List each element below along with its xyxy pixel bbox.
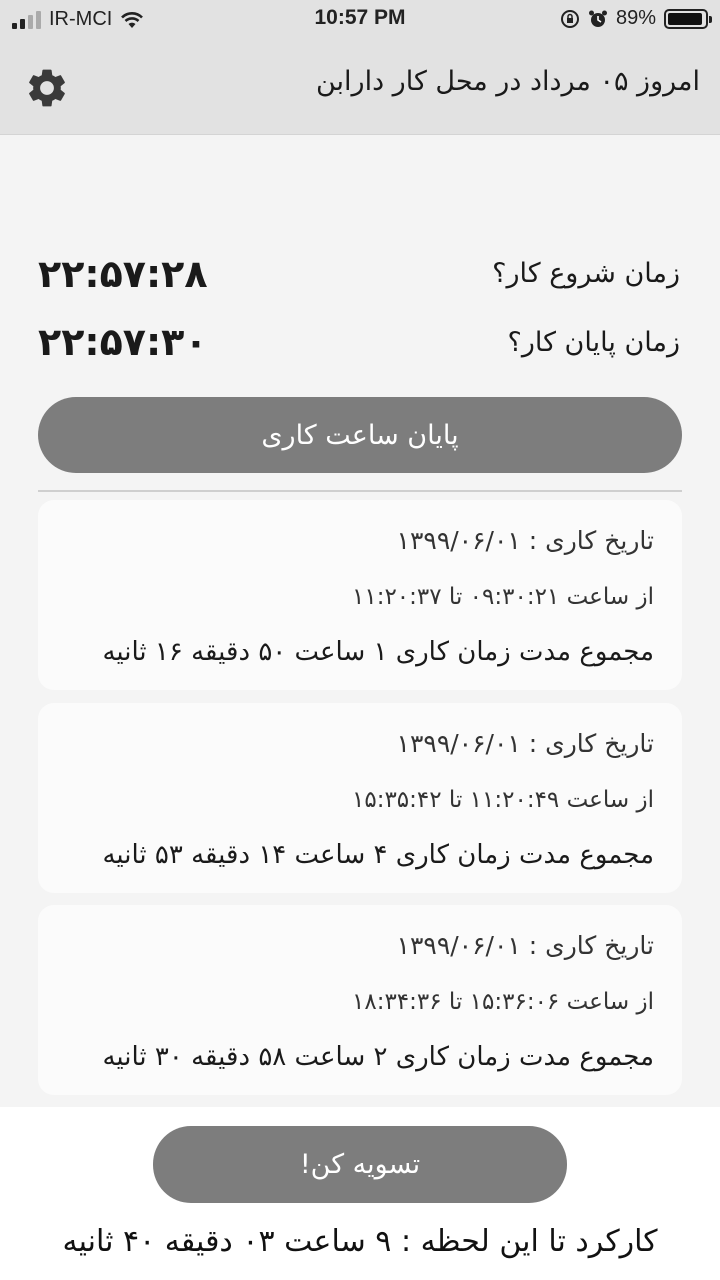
- alarm-icon: [588, 10, 607, 27]
- end-time-label: زمان پایان کار؟: [507, 327, 680, 358]
- app-header: امروز ۰۵ مرداد در محل کار دارابن: [0, 40, 720, 135]
- record-total-duration: مجموع مدت زمان کاری ۱ ساعت ۵۰ دقیقه ۱۶ ث…: [102, 637, 654, 667]
- record-date: تاریخ کاری : ۱۳۹۹/۰۶/۰۱: [396, 931, 654, 960]
- record-total-duration: مجموع مدت زمان کاری ۲ ساعت ۵۸ دقیقه ۳۰ ث…: [102, 1042, 654, 1072]
- orientation-lock-icon: [560, 9, 579, 28]
- divider: [38, 490, 682, 492]
- battery-percent: 89%: [615, 7, 656, 29]
- record-time-range: از ساعت ۱۵:۳۶:۰۶ تا ۱۸:۳۴:۳۶: [352, 989, 654, 1015]
- status-right: 89%: [560, 7, 712, 30]
- record-date: تاریخ کاری : ۱۳۹۹/۰۶/۰۱: [396, 526, 654, 555]
- work-record-card: تاریخ کاری : ۱۳۹۹/۰۶/۰۱ از ساعت ۱۱:۲۰:۴۹…: [38, 703, 682, 893]
- record-total-duration: مجموع مدت زمان کاری ۴ ساعت ۱۴ دقیقه ۵۳ ث…: [102, 840, 654, 870]
- record-time-range: از ساعت ۱۱:۲۰:۴۹ تا ۱۵:۳۵:۴۲: [352, 787, 654, 813]
- work-record-card: تاریخ کاری : ۱۳۹۹/۰۶/۰۱ از ساعت ۰۹:۳۰:۲۱…: [38, 500, 682, 690]
- status-bar: IR-MCI 10:57 PM 89%: [0, 0, 720, 40]
- page-title: امروز ۰۵ مرداد در محل کار دارابن: [315, 66, 700, 97]
- total-worked-text: کارکرد تا این لحظه : ۹ ساعت ۰۳ دقیقه ۴۰ …: [62, 1224, 658, 1259]
- end-work-button[interactable]: پایان ساعت کاری: [38, 397, 682, 473]
- end-time-value: ۲۲:۵۷:۳۰: [38, 320, 208, 364]
- gear-icon[interactable]: [24, 65, 70, 111]
- footer-panel: تسویه کن! کارکرد تا این لحظه : ۹ ساعت ۰۳…: [0, 1107, 720, 1280]
- record-date: تاریخ کاری : ۱۳۹۹/۰۶/۰۱: [396, 729, 654, 758]
- settle-button[interactable]: تسویه کن!: [153, 1126, 567, 1203]
- record-time-range: از ساعت ۰۹:۳۰:۲۱ تا ۱۱:۲۰:۳۷: [352, 584, 654, 610]
- start-time-label: زمان شروع کار؟: [492, 258, 680, 289]
- battery-icon: [664, 8, 712, 29]
- work-record-card: تاریخ کاری : ۱۳۹۹/۰۶/۰۱ از ساعت ۱۵:۳۶:۰۶…: [38, 905, 682, 1095]
- start-time-value: ۲۲:۵۷:۲۸: [38, 252, 208, 296]
